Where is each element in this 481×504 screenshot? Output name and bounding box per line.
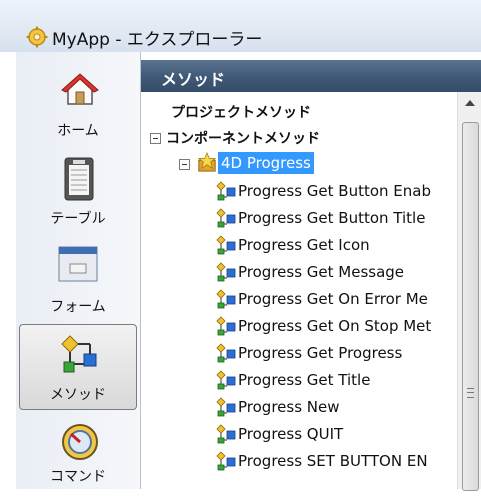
window-title: MyApp - エクスプローラー — [52, 30, 263, 50]
panel-header: メソッド — [141, 60, 481, 92]
method-icon — [215, 262, 237, 282]
command-icon — [62, 424, 98, 460]
method-icon — [215, 424, 237, 444]
sidebar-item-method[interactable]: メソッド — [16, 324, 140, 410]
tree-node-method[interactable]: Progress SET BUTTON EN — [141, 448, 457, 474]
gear-icon — [26, 26, 48, 48]
tree-node-component-methods[interactable]: コンポーネントメソッド — [141, 124, 457, 150]
tree-node-label: Progress Get On Error Me — [238, 290, 428, 308]
collapse-icon[interactable] — [179, 159, 190, 170]
panel-title: メソッド — [161, 70, 226, 89]
tree-node-label: コンポーネントメソッド — [166, 131, 320, 147]
tree-node-method[interactable]: Progress Get On Error Me — [141, 286, 457, 312]
tree-node-label: プロジェクトメソッド — [171, 105, 311, 121]
component-icon — [197, 152, 217, 172]
method-icon — [215, 397, 237, 417]
collapse-icon[interactable] — [150, 133, 161, 144]
tree-node-label: Progress Get Button Enab — [238, 182, 431, 200]
method-icon — [215, 451, 237, 471]
method-icon — [215, 208, 237, 228]
title-bar: MyApp - エクスプローラー — [0, 0, 481, 52]
sidebar-item-label: テーブル — [50, 211, 106, 227]
tree-node-label: Progress SET BUTTON EN — [238, 452, 428, 470]
vertical-scrollbar[interactable] — [457, 92, 481, 491]
tree-node-label: 4D Progress — [218, 152, 314, 174]
tree-node-method[interactable]: Progress Get Message — [141, 259, 457, 285]
method-icon — [215, 370, 237, 390]
tree-node-project-methods[interactable]: プロジェクトメソッド — [141, 98, 457, 124]
scrollbar-thumb[interactable] — [462, 122, 479, 491]
tree-node-method[interactable]: Progress Get Progress — [141, 340, 457, 366]
tree-node-label: Progress Get Icon — [238, 236, 370, 254]
tree-node-method[interactable]: Progress Get Button Title — [141, 205, 457, 231]
method-icon — [61, 335, 97, 373]
tree-node-label: Progress New — [238, 398, 340, 416]
tree-node-label: Progress Get Button Title — [238, 209, 426, 227]
tree-node-label: Progress Get Message — [238, 263, 405, 281]
sidebar-item-label: コマンド — [50, 469, 106, 485]
sidebar: ホーム テーブル フォーム メソッド コマンド — [16, 52, 141, 489]
sidebar-item-label: メソッド — [50, 387, 106, 403]
tree-node-component[interactable]: 4D Progress — [141, 150, 457, 176]
method-icon — [215, 289, 237, 309]
tree-node-method[interactable]: Progress Get Icon — [141, 232, 457, 258]
method-icon — [215, 343, 237, 363]
method-tree[interactable]: プロジェクトメソッド コンポーネントメソッド 4D Progress Progr… — [141, 92, 457, 489]
table-icon — [64, 157, 94, 201]
thumb-grip-icon — [467, 388, 474, 398]
sidebar-item-table[interactable]: テーブル — [16, 152, 140, 238]
tree-node-method[interactable]: Progress Get Button Enab — [141, 178, 457, 204]
tree-node-label: Progress Get Title — [238, 371, 371, 389]
sidebar-item-form[interactable]: フォーム — [16, 242, 140, 328]
sidebar-item-label: フォーム — [50, 299, 106, 315]
method-icon — [215, 316, 237, 336]
tree-node-label: Progress Get On Stop Met — [238, 317, 432, 335]
form-icon — [58, 246, 98, 282]
tree-node-method[interactable]: Progress Get On Stop Met — [141, 313, 457, 339]
sidebar-item-home[interactable]: ホーム — [16, 64, 140, 150]
method-icon — [215, 181, 237, 201]
tree-node-label: Progress Get Progress — [238, 344, 403, 362]
tree-node-method[interactable]: Progress Get Title — [141, 367, 457, 393]
method-icon — [215, 235, 237, 255]
home-icon — [61, 73, 99, 105]
sidebar-item-command[interactable]: コマンド — [16, 418, 140, 504]
tree-node-method[interactable]: Progress New — [141, 394, 457, 420]
sidebar-item-label: ホーム — [57, 123, 99, 139]
main-panel: メソッド プロジェクトメソッド コンポーネントメソッド 4D Progress … — [141, 52, 481, 491]
scroll-up-button[interactable] — [458, 92, 481, 116]
tree-node-label: Progress QUIT — [238, 425, 344, 443]
tree-node-method[interactable]: Progress QUIT — [141, 421, 457, 447]
